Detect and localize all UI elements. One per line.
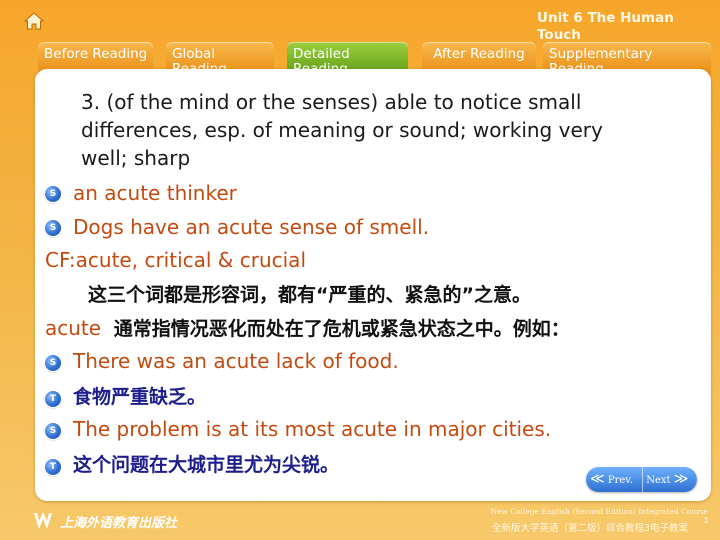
- next-label: Next: [646, 475, 671, 486]
- nav-buttons: ≪ Prev. Next ≫: [586, 467, 697, 492]
- publisher-logo-icon: [34, 512, 52, 529]
- acute-line: acute 通常指情况恶化而处在了危机或紧急状态之中。例如：: [45, 315, 570, 342]
- course-title-zh: 全新版大学英语（第二版）综合教程3电子教案: [491, 523, 688, 534]
- publisher-name: 上海外语教育出版社: [60, 516, 178, 531]
- unit-title: Unit 6 The Human Touch: [537, 10, 674, 43]
- sentence-badge-icon: S: [45, 220, 61, 236]
- prev-arrow-icon: ≪: [590, 471, 605, 487]
- translation-badge-icon: T: [45, 391, 61, 407]
- acute-word: acute: [45, 316, 102, 340]
- home-icon[interactable]: [24, 12, 44, 30]
- example-sentence: an acute thinker: [73, 181, 237, 205]
- next-button[interactable]: Next ≫: [642, 467, 694, 492]
- cf-note: 这三个词都是形容词，都有“严重的、紧急的”之意。: [88, 284, 531, 306]
- translation-badge-icon: T: [45, 459, 61, 475]
- sentence-badge-icon: S: [45, 423, 61, 439]
- sentence-badge-icon: S: [45, 355, 61, 371]
- translation-sentence: 这个问题在大城市里尤为尖锐。: [73, 454, 340, 476]
- next-arrow-icon: ≫: [673, 471, 689, 487]
- cf-text: acute, critical & crucial: [75, 248, 306, 272]
- translation-sentence: 食物严重缺乏。: [73, 386, 207, 408]
- example-sentence: There was an acute lack of food.: [73, 349, 399, 373]
- cf-line: CF:acute, critical & crucial: [45, 247, 306, 273]
- sentence-badge-icon: S: [45, 186, 61, 202]
- example-sentence: Dogs have an acute sense of smell.: [73, 215, 430, 239]
- example-sentence: The problem is at its most acute in majo…: [73, 417, 552, 441]
- prev-button[interactable]: ≪ Prev.: [590, 467, 642, 492]
- cf-label: CF:: [45, 248, 76, 272]
- definition-text: 3. (of the mind or the senses) able to n…: [81, 90, 603, 170]
- prev-label: Prev.: [607, 475, 633, 486]
- acute-note: 通常指情况恶化而处在了危机或紧急状态之中。例如：: [113, 318, 570, 340]
